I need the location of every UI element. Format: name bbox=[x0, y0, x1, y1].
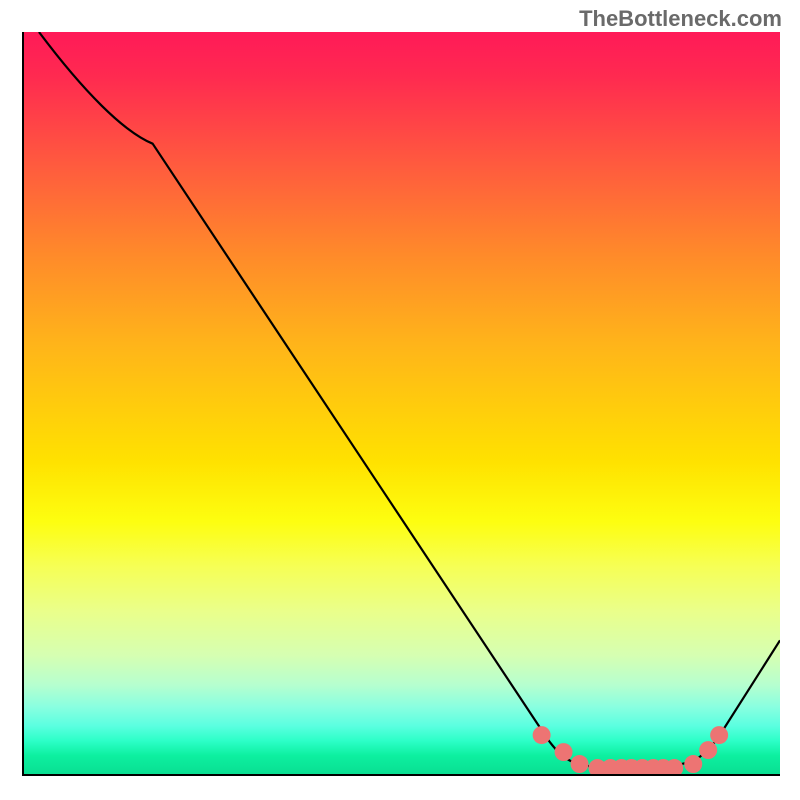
marker-dot bbox=[684, 755, 702, 773]
marker-dot bbox=[555, 743, 573, 761]
marker-group bbox=[533, 726, 728, 774]
marker-dot bbox=[571, 755, 589, 773]
watermark-text: TheBottleneck.com bbox=[579, 6, 782, 32]
marker-dot bbox=[533, 726, 551, 744]
curve-path bbox=[39, 32, 780, 768]
marker-dot bbox=[710, 726, 728, 744]
chart-svg-layer bbox=[24, 32, 780, 774]
chart-plot-area bbox=[22, 32, 780, 776]
marker-dot bbox=[699, 741, 717, 759]
